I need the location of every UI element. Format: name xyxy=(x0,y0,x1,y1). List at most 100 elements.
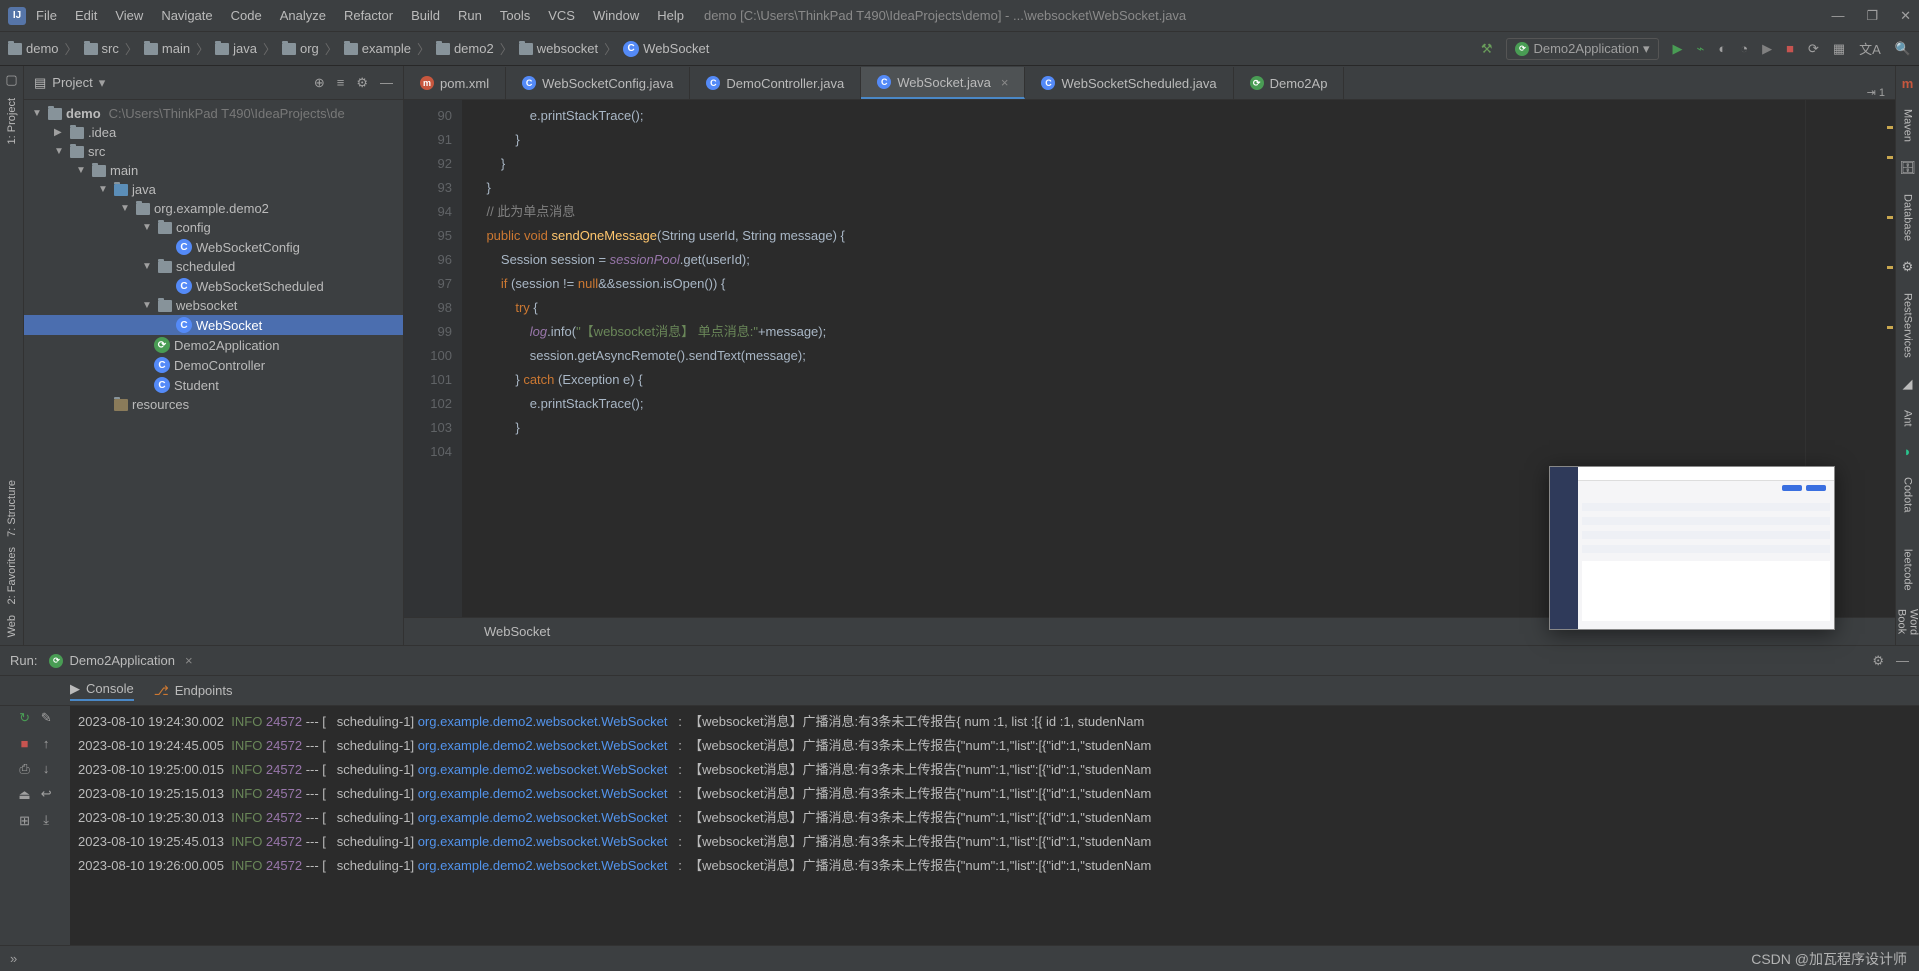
project-dropdown-icon[interactable]: ▤ xyxy=(34,75,46,91)
menu-vcs[interactable]: VCS xyxy=(548,8,575,23)
tree-file[interactable]: CWebSocketConfig xyxy=(24,237,403,257)
console-output[interactable]: 2023-08-10 19:24:30.002 INFO 24572 --- [… xyxy=(70,706,1919,945)
close-icon[interactable]: ✕ xyxy=(1900,8,1911,24)
editor-tab[interactable]: CDemoController.java xyxy=(690,67,861,99)
tree-item[interactable]: ▼main xyxy=(24,161,403,180)
tool-wordbook-tab[interactable]: Word Book xyxy=(1896,609,1919,637)
breadcrumb-item[interactable]: demo2 xyxy=(436,41,494,56)
breadcrumb-item[interactable]: websocket xyxy=(519,41,598,56)
tree-file[interactable]: CDemoController xyxy=(24,355,403,375)
rest-icon[interactable]: ⚙ xyxy=(1902,259,1914,275)
editor-tab[interactable]: ⟳Demo2Ap xyxy=(1234,67,1345,99)
layout-icon[interactable]: ▦ xyxy=(1833,41,1845,57)
menu-help[interactable]: Help xyxy=(657,8,684,23)
breadcrumb-item[interactable]: example xyxy=(344,41,411,56)
breadcrumb-item[interactable]: src xyxy=(84,41,119,56)
gear-icon[interactable]: ⚙ xyxy=(356,75,368,91)
endpoints-tab[interactable]: ⎇Endpoints xyxy=(154,683,233,699)
run-config-tab[interactable]: ⟳Demo2Application× xyxy=(49,653,192,668)
build-icon[interactable]: ⚒ xyxy=(1481,41,1493,57)
tool-codota-tab[interactable]: Codota xyxy=(1902,477,1914,512)
editor-tab[interactable]: CWebSocketScheduled.java xyxy=(1025,67,1233,99)
minimize-icon[interactable]: — xyxy=(1831,8,1844,24)
close-tab-icon[interactable]: × xyxy=(1001,75,1009,90)
maximize-icon[interactable]: ❐ xyxy=(1866,8,1878,24)
stop-icon[interactable]: ■ xyxy=(21,736,29,751)
tree-item[interactable]: ▼src xyxy=(24,142,403,161)
menu-tools[interactable]: Tools xyxy=(500,8,530,23)
tree-file[interactable]: ⟳Demo2Application xyxy=(24,335,403,355)
menu-window[interactable]: Window xyxy=(593,8,639,23)
database-icon[interactable]: 🗄 xyxy=(1899,160,1916,176)
tree-item[interactable]: ▼org.example.demo2 xyxy=(24,199,403,218)
tree-item[interactable]: resources xyxy=(24,395,403,414)
menu-view[interactable]: View xyxy=(115,8,143,23)
debug-icon[interactable]: ⌁ xyxy=(1697,41,1705,57)
editor-tab[interactable]: mpom.xml xyxy=(404,67,506,99)
console-tab[interactable]: ▶Console xyxy=(70,681,134,701)
update-icon[interactable]: ⟳ xyxy=(1808,41,1819,57)
menu-refactor[interactable]: Refactor xyxy=(344,8,393,23)
menu-analyze[interactable]: Analyze xyxy=(280,8,326,23)
ant-icon[interactable]: ◢ xyxy=(1903,376,1913,392)
gear-icon[interactable]: ⚙ xyxy=(1872,653,1884,669)
tree-root[interactable]: ▼demoC:\Users\ThinkPad T490\IdeaProjects… xyxy=(24,104,403,123)
stop-icon[interactable]: ■ xyxy=(1786,41,1794,56)
project-tree[interactable]: ▼demoC:\Users\ThinkPad T490\IdeaProjects… xyxy=(24,100,403,645)
tool-web-tab[interactable]: Web xyxy=(6,615,18,637)
tree-item[interactable]: ▼java xyxy=(24,180,403,199)
tree-item[interactable]: ▼websocket xyxy=(24,296,403,315)
tree-file[interactable]: CStudent xyxy=(24,375,403,395)
hide-icon[interactable]: — xyxy=(1896,653,1909,668)
target-icon[interactable]: ⊕ xyxy=(314,75,325,91)
snapshot-icon[interactable]: ⎙ xyxy=(19,761,29,777)
editor-tab[interactable]: CWebSocketConfig.java xyxy=(506,67,690,99)
search-icon[interactable]: 🔍 xyxy=(1895,41,1911,57)
attach-icon[interactable]: ▶ xyxy=(1762,41,1772,57)
menu-build[interactable]: Build xyxy=(411,8,440,23)
exit-icon[interactable]: ⏏ xyxy=(18,787,30,803)
down-icon[interactable]: ↓ xyxy=(43,761,50,776)
project-title[interactable]: Project xyxy=(52,75,92,90)
tool-ant-tab[interactable]: Ant xyxy=(1902,410,1914,427)
tool-project-tab[interactable]: 1: Project xyxy=(6,98,18,144)
wrap-icon[interactable]: ↩ xyxy=(41,786,52,802)
tool-favorites-tab[interactable]: 2: Favorites xyxy=(6,547,18,604)
breadcrumb-item[interactable]: demo xyxy=(8,41,59,56)
menu-run[interactable]: Run xyxy=(458,8,482,23)
menu-code[interactable]: Code xyxy=(231,8,262,23)
coverage-icon[interactable]: ◐ xyxy=(1718,41,1726,56)
tool-structure-tab[interactable]: 7: Structure xyxy=(6,480,18,537)
tool-rest-tab[interactable]: RestServices xyxy=(1902,293,1914,358)
menu-navigate[interactable]: Navigate xyxy=(161,8,212,23)
breadcrumb-item[interactable]: main xyxy=(144,41,190,56)
tool-maven-tab[interactable]: Maven xyxy=(1902,109,1914,142)
codota-icon[interactable]: ◗ xyxy=(1904,444,1912,459)
pencil-icon[interactable]: ✎ xyxy=(41,710,52,726)
breadcrumb-item[interactable]: CWebSocket xyxy=(623,41,709,57)
tree-item[interactable]: ▶.idea xyxy=(24,123,403,142)
more-icon[interactable]: » xyxy=(10,951,17,966)
tree-file[interactable]: CWebSocketScheduled xyxy=(24,276,403,296)
profile-icon[interactable]: ◔ xyxy=(1740,41,1748,56)
tool-leetcode-tab[interactable]: leetcode xyxy=(1902,549,1914,591)
breadcrumb-item[interactable]: java xyxy=(215,41,257,56)
translate-icon[interactable]: 文A xyxy=(1859,39,1881,58)
run-config-selector[interactable]: ⟳Demo2Application ▾ xyxy=(1506,38,1658,60)
breadcrumb-item[interactable]: org xyxy=(282,41,319,56)
maven-tool-icon[interactable]: m xyxy=(1902,76,1914,91)
up-icon[interactable]: ↑ xyxy=(43,736,50,751)
menu-edit[interactable]: Edit xyxy=(75,8,97,23)
menu-file[interactable]: File xyxy=(36,8,57,23)
run-icon[interactable]: ▶ xyxy=(1673,41,1683,57)
square-icon[interactable]: ▢ xyxy=(5,72,17,88)
tree-item[interactable]: ▼config xyxy=(24,218,403,237)
expand-icon[interactable]: ≡ xyxy=(337,75,345,91)
tree-item[interactable]: ▼scheduled xyxy=(24,257,403,276)
layout-icon[interactable]: ⊞ xyxy=(19,813,30,829)
tree-file-selected[interactable]: CWebSocket xyxy=(24,315,403,335)
scroll-icon[interactable]: ⤓ xyxy=(43,812,49,828)
tool-database-tab[interactable]: Database xyxy=(1902,194,1914,241)
rerun-icon[interactable]: ↻ xyxy=(19,710,30,726)
editor-tab-active[interactable]: CWebSocket.java× xyxy=(861,67,1025,99)
